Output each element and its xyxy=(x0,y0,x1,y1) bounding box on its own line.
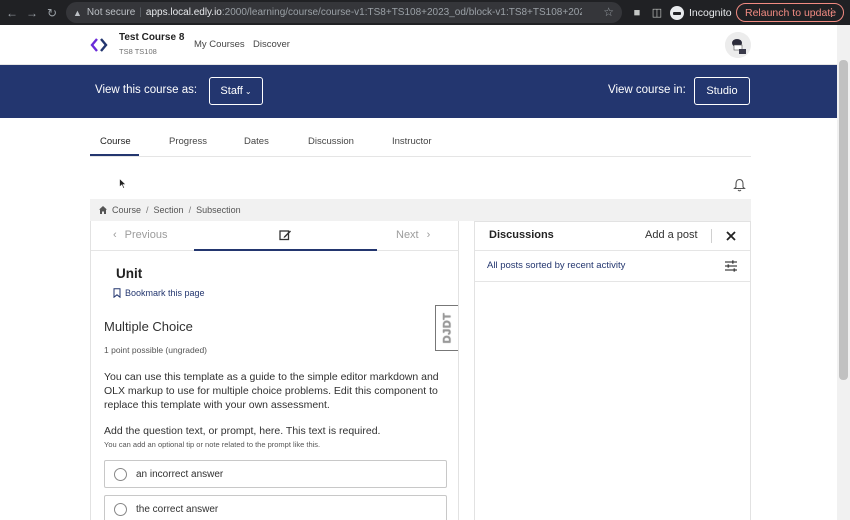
tune-icon[interactable] xyxy=(724,259,738,273)
tab-dates[interactable]: Dates xyxy=(244,136,269,147)
view-as-value: Staff xyxy=(220,85,243,97)
forward-icon[interactable]: → xyxy=(22,0,42,25)
url-path: :2000/learning/course/course-v1:TS8+TS10… xyxy=(221,7,582,18)
djdt-label: DJDT xyxy=(441,312,454,344)
current-unit-tab[interactable] xyxy=(194,221,377,251)
tab-discussion[interactable]: Discussion xyxy=(308,136,354,147)
active-tab-indicator xyxy=(90,154,139,156)
bell-icon[interactable] xyxy=(733,178,746,192)
radio-button[interactable] xyxy=(114,502,127,516)
next-label: Next xyxy=(396,229,419,241)
more-vert-icon: ⋮ xyxy=(826,7,837,19)
sequence-navigation: ‹ Previous Next › xyxy=(91,221,459,251)
breadcrumb-section[interactable]: Section xyxy=(154,205,184,215)
bookmark-star-icon[interactable]: ☆ xyxy=(603,5,614,19)
posts-filter-label[interactable]: All posts sorted by recent activity xyxy=(487,260,625,271)
nav-my-courses[interactable]: My Courses xyxy=(194,39,245,50)
radio-button[interactable] xyxy=(114,467,127,481)
problem-tip: You can add an optional tip or note rela… xyxy=(104,440,321,449)
bookmark-label: Bookmark this page xyxy=(125,288,205,298)
browser-toolbar: ← → ↻ ▲ Not secure | apps.local.edly.io … xyxy=(0,0,850,25)
problem-prompt: Add the question text, or prompt, here. … xyxy=(104,425,381,437)
avatar-image xyxy=(725,32,751,58)
site-header: Test Course 8 TS8 TS108 My Courses Disco… xyxy=(0,25,837,65)
relaunch-label: Relaunch to update xyxy=(745,6,837,19)
user-avatar[interactable] xyxy=(725,32,751,58)
scrollbar-thumb[interactable] xyxy=(839,60,848,380)
address-bar[interactable]: ▲ Not secure | apps.local.edly.io :2000/… xyxy=(66,2,622,23)
staff-preview-bar: View this course as: Staff ⌄ View course… xyxy=(0,65,837,118)
home-icon[interactable] xyxy=(98,205,108,215)
url-host: apps.local.edly.io xyxy=(145,7,222,18)
bookmark-icon xyxy=(113,288,121,298)
choice-label: an incorrect answer xyxy=(136,468,224,480)
django-debug-toolbar-handle[interactable]: DJDT xyxy=(435,305,458,351)
unit-panel: ‹ Previous Next › Unit Bookmark this page … xyxy=(90,221,459,520)
unit-title: Unit xyxy=(116,266,143,281)
discussions-sidebar: Discussions Add a post All posts sorted … xyxy=(474,221,751,520)
reload-icon[interactable]: ↻ xyxy=(42,0,62,25)
logo-icon[interactable] xyxy=(90,37,108,53)
tab-instructor[interactable]: Instructor xyxy=(392,136,432,147)
view-in-label: View course in: xyxy=(608,84,686,96)
back-icon[interactable]: ← xyxy=(2,0,22,25)
relaunch-button[interactable]: Relaunch to update ⋮ xyxy=(736,3,844,22)
breadcrumb-subsection[interactable]: Subsection xyxy=(196,205,241,215)
view-as-label: View this course as: xyxy=(95,84,198,96)
previous-button[interactable]: ‹ Previous xyxy=(113,229,167,241)
choice-label: the correct answer xyxy=(136,503,219,515)
breadcrumb: Course / Section / Subsection xyxy=(90,199,751,221)
breadcrumb-separator: / xyxy=(146,205,149,215)
page-scrollbar[interactable] xyxy=(837,25,850,520)
course-number: TS8 TS108 xyxy=(119,47,157,56)
course-title: Test Course 8 xyxy=(119,32,185,43)
view-as-select[interactable]: Staff ⌄ xyxy=(209,77,263,105)
choice-option[interactable]: an incorrect answer xyxy=(104,460,447,488)
add-post-button[interactable]: Add a post xyxy=(645,229,698,241)
nav-discover[interactable]: Discover xyxy=(253,39,290,50)
problem-description: You can use this template as a guide to … xyxy=(104,371,439,411)
address-separator: | xyxy=(139,7,142,18)
sidepanel-icon[interactable]: ◫ xyxy=(648,4,666,22)
security-label: Not secure xyxy=(86,7,136,18)
chevron-right-icon: › xyxy=(426,229,431,241)
problem-title: Multiple Choice xyxy=(104,319,193,334)
incognito-label: Incognito xyxy=(689,6,732,19)
breadcrumb-course[interactable]: Course xyxy=(112,205,141,215)
previous-label: Previous xyxy=(124,229,168,241)
chevron-down-icon: ⌄ xyxy=(244,86,252,96)
bookmark-button[interactable]: Bookmark this page xyxy=(113,288,205,298)
extensions-icon[interactable]: ■ xyxy=(628,4,646,22)
studio-button[interactable]: Studio xyxy=(694,77,750,105)
mouse-cursor-icon xyxy=(119,178,127,189)
edit-icon xyxy=(279,230,291,241)
discussions-title: Discussions xyxy=(489,229,554,241)
course-tabs: Course Progress Dates Discussion Instruc… xyxy=(90,118,751,157)
warning-icon: ▲ xyxy=(73,7,82,18)
problem-points: 1 point possible (ungraded) xyxy=(104,345,208,355)
tab-course[interactable]: Course xyxy=(100,136,131,147)
close-icon[interactable] xyxy=(725,230,737,242)
chevron-left-icon: ‹ xyxy=(113,229,117,241)
posts-filter-bar: All posts sorted by recent activity xyxy=(475,250,750,282)
choice-option[interactable]: the correct answer xyxy=(104,495,447,520)
breadcrumb-separator: / xyxy=(188,205,192,215)
header-divider xyxy=(711,229,712,243)
next-button[interactable]: Next › xyxy=(396,229,430,241)
tab-progress[interactable]: Progress xyxy=(169,136,207,147)
incognito-icon xyxy=(670,5,684,20)
incognito-indicator[interactable]: Incognito xyxy=(670,5,732,20)
